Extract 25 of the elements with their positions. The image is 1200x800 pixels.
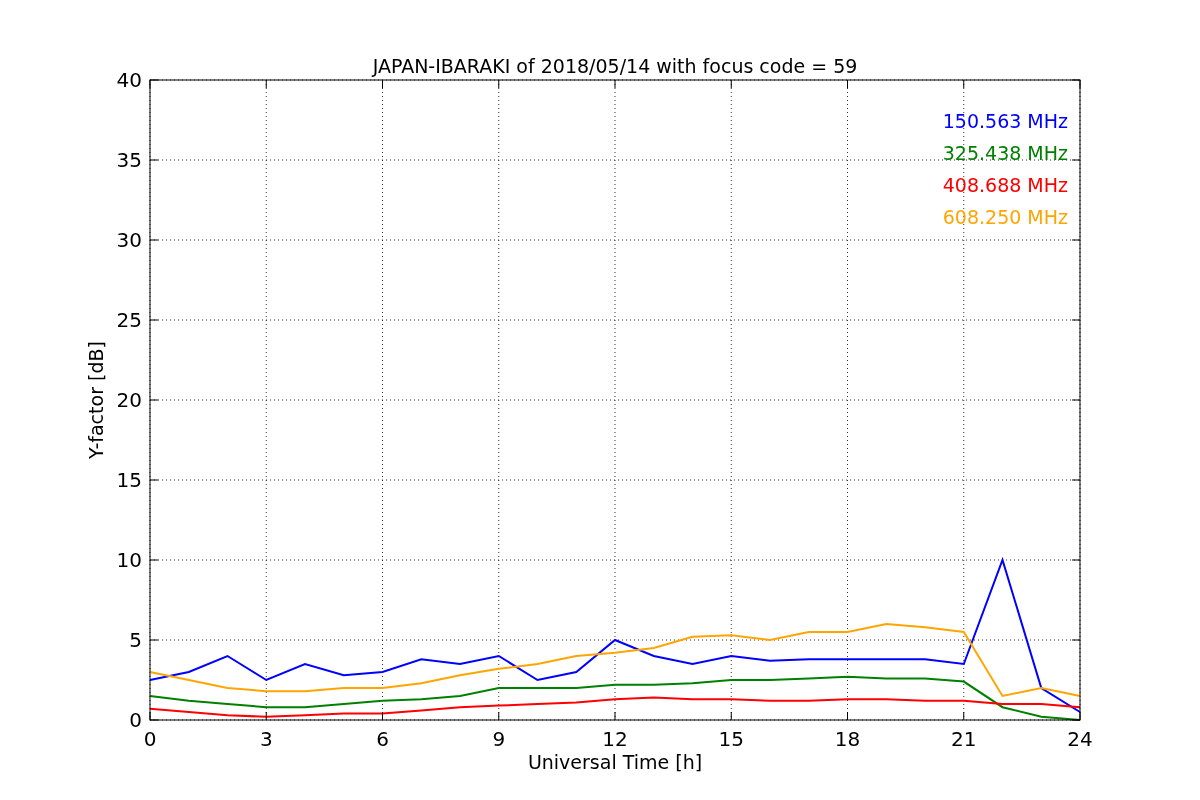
- x-tick-label: 15: [718, 727, 744, 751]
- y-tick-label: 35: [116, 148, 142, 172]
- legend-entry: 408.688 MHz: [942, 174, 1068, 196]
- x-axis-label: Universal Time [h]: [527, 751, 703, 773]
- x-tick-label: 9: [492, 727, 506, 751]
- legend-entry: 608.250 MHz: [942, 206, 1068, 228]
- y-tick-label: 15: [116, 468, 142, 492]
- x-tick-label: 21: [951, 727, 977, 751]
- y-tick-label: 25: [116, 308, 142, 332]
- y-tick-label: 0: [129, 708, 142, 732]
- y-tick-label: 5: [129, 628, 142, 652]
- y-tick-label: 30: [116, 228, 142, 252]
- x-tick-label: 3: [259, 727, 273, 751]
- y-tick-label: 40: [116, 68, 142, 92]
- y-tick-label: 20: [116, 388, 142, 412]
- x-tick-label: 12: [602, 727, 628, 751]
- y-tick-label: 10: [116, 548, 142, 572]
- y-axis-label: Y-factor [dB]: [85, 341, 107, 459]
- chart-title: JAPAN-IBARAKI of 2018/05/14 with focus code = 59: [372, 55, 858, 77]
- x-tick-label: 18: [834, 727, 861, 751]
- legend-entry: 325.438 MHz: [942, 142, 1068, 164]
- x-tick-label: 0: [143, 727, 157, 751]
- legend-entry: 150.563 MHz: [942, 110, 1068, 132]
- x-tick-label: 24: [1067, 727, 1093, 751]
- x-tick-label: 6: [376, 727, 389, 751]
